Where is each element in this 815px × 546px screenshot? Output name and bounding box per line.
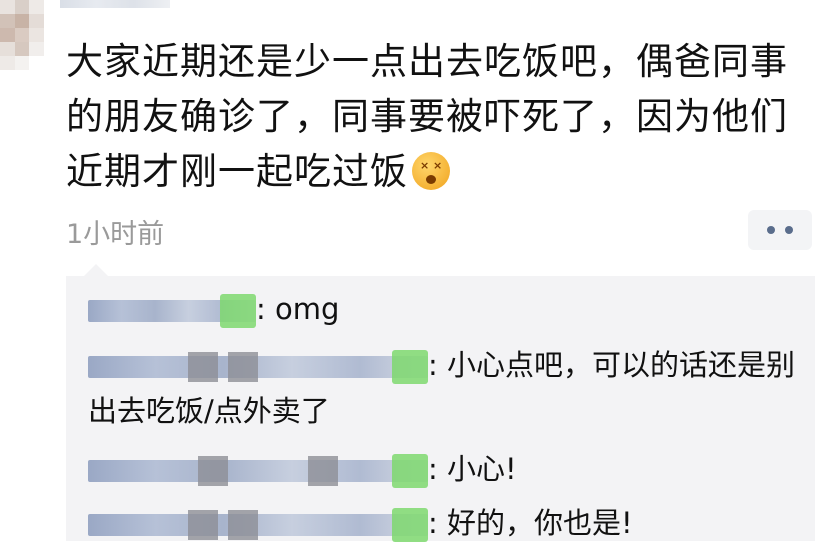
dizzy-face-emoji-icon: × × (412, 152, 450, 190)
comments-section: : omg : 小心点吧，可以的话还是别出去吃饭/点外卖了 : 小心! : 好的… (66, 264, 815, 542)
more-options-button[interactable] (748, 210, 812, 250)
comment-text: omg (265, 292, 340, 326)
blurred-commenter-name[interactable] (88, 294, 256, 328)
comment-text: 好的，你也是! (437, 506, 633, 540)
more-dots-icon (767, 226, 775, 234)
post-content: 大家近期还是少一点出去吃饭吧，偶爸同事的朋友确诊了，同事要被吓死了，因为他们近期… (66, 34, 806, 199)
comment-item[interactable]: : 好的，你也是! (88, 500, 633, 546)
blurred-commenter-name[interactable] (88, 508, 428, 542)
post-timestamp: 1小时前 (66, 219, 165, 250)
comment-item[interactable]: : omg (88, 286, 339, 332)
avatar[interactable] (0, 0, 44, 70)
more-dots-icon (785, 226, 793, 234)
comment-item[interactable]: : 小心! (88, 446, 517, 492)
blurred-commenter-name[interactable] (88, 454, 428, 488)
blurred-commenter-name[interactable] (88, 350, 428, 384)
comment-text: 小心! (437, 452, 517, 486)
comment-item[interactable]: : 小心点吧，可以的话还是别出去吃饭/点外卖了 (88, 342, 808, 434)
blurred-username[interactable] (60, 0, 170, 8)
